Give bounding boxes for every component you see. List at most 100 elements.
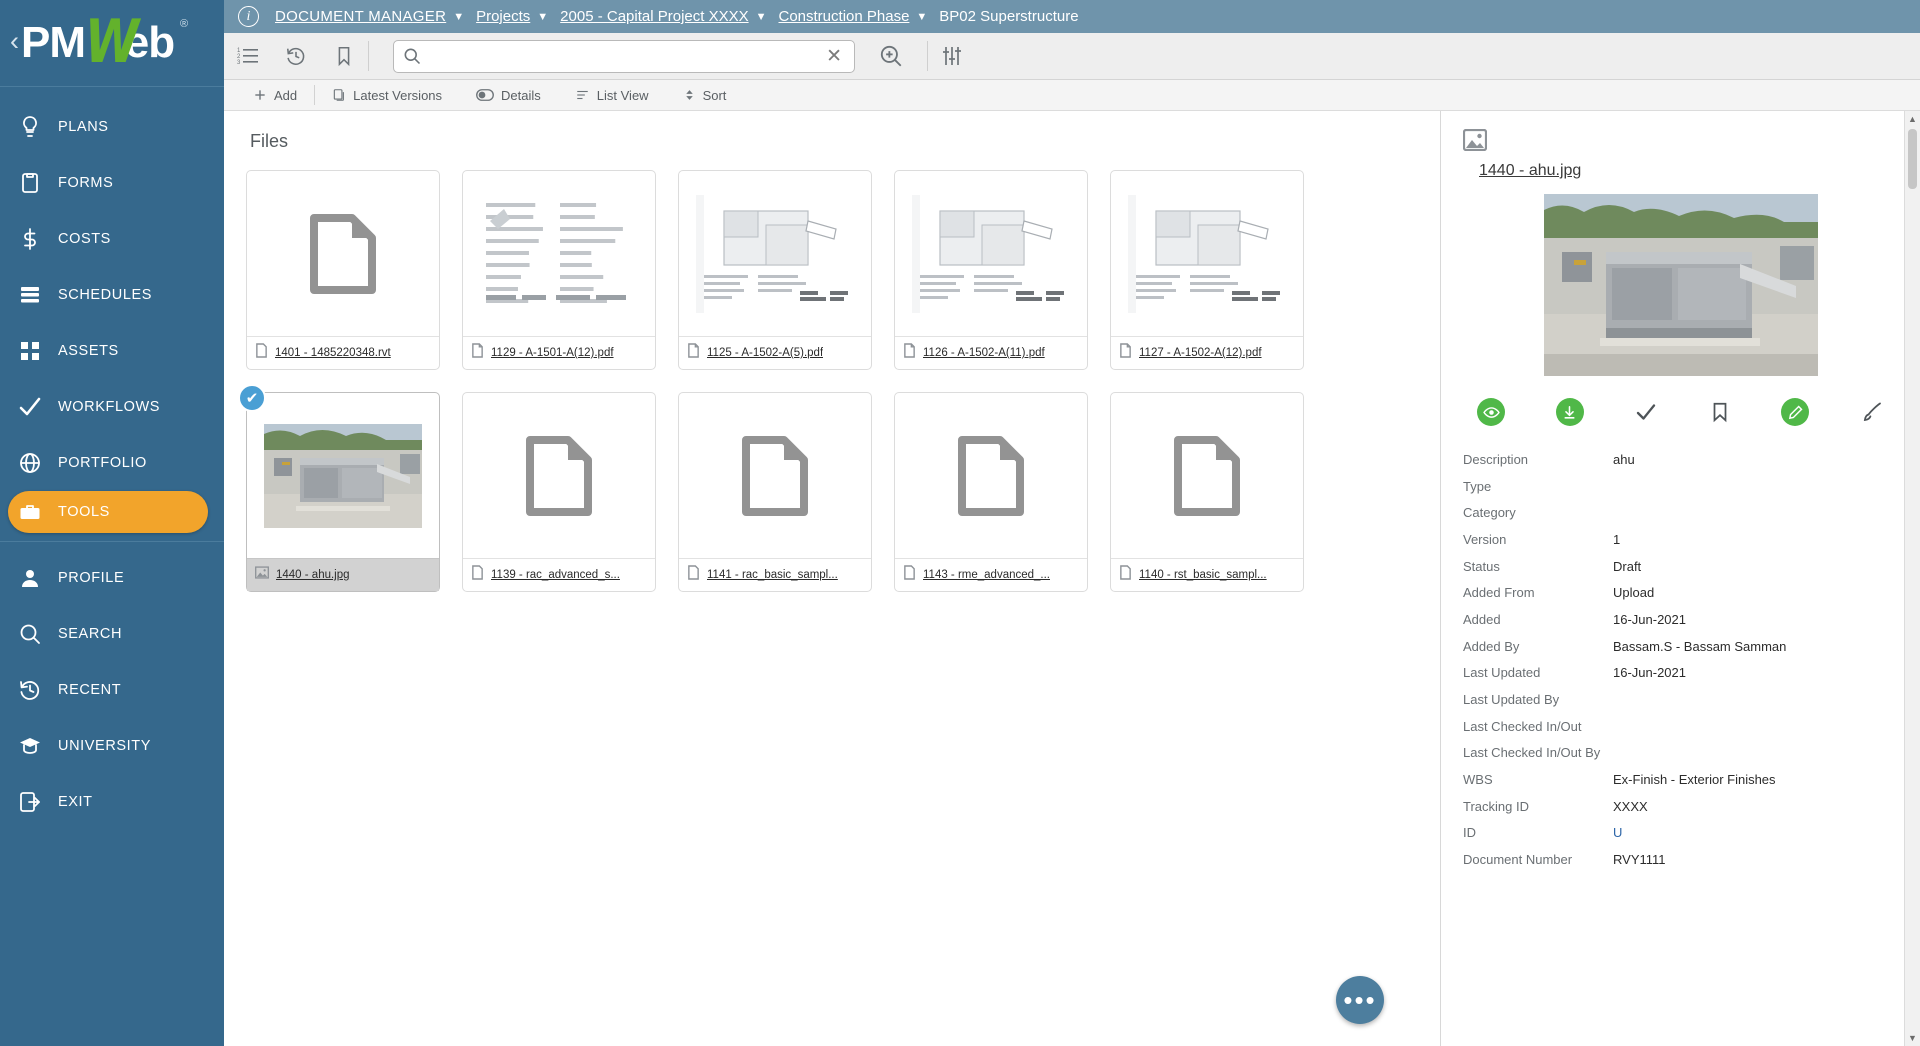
details-field-key: Description [1463,452,1613,467]
image-icon [1463,129,1898,156]
download-icon[interactable] [1556,398,1584,426]
markup-brush-icon[interactable] [1860,400,1884,424]
bookmark-icon[interactable] [320,33,368,80]
details-field-value: 1 [1613,532,1898,547]
details-file-title[interactable]: 1440 - ahu.jpg [1479,162,1898,180]
edit-icon[interactable] [1781,398,1809,426]
blank-document-icon [742,436,808,516]
sidebar-item-search[interactable]: SEARCH [0,606,224,662]
search-field[interactable]: ✕ [393,40,855,73]
file-name[interactable]: 1143 - rme_advanced_... [923,569,1050,581]
file-name[interactable]: 1141 - rac_basic_sampl... [707,569,838,581]
calendar-icon [18,283,58,307]
chevron-down-icon[interactable]: ▼ [453,11,464,23]
file-name[interactable]: 1129 - A-1501-A(12).pdf [491,347,614,359]
selected-check-icon[interactable]: ✔ [238,384,266,412]
file-tile[interactable]: 1401 - 1485220348.rvt [246,170,440,370]
file-label: 1140 - rst_basic_sampl... [1111,558,1303,591]
breadcrumb-item-0[interactable]: DOCUMENT MANAGER ▼ [275,8,464,25]
graduation-cap-icon [18,734,58,758]
file-name[interactable]: 1401 - 1485220348.rvt [275,347,391,359]
zoom-search-icon[interactable] [867,33,915,80]
pdf-icon [687,343,700,363]
history-icon [18,678,58,702]
file-name[interactable]: 1140 - rst_basic_sampl... [1139,569,1267,581]
scrollbar-thumb[interactable] [1908,129,1917,189]
details-field-key: Category [1463,505,1613,520]
chevron-down-icon[interactable]: ▼ [916,11,927,23]
file-tile[interactable]: 1126 - A-1502-A(11).pdf [894,170,1088,370]
file-name[interactable]: 1125 - A-1502-A(5).pdf [707,347,823,359]
numbered-list-icon[interactable]: 123 [224,33,272,80]
sidebar-item-assets[interactable]: ASSETS [0,323,224,379]
sidebar-item-exit[interactable]: EXIT [0,774,224,830]
globe-icon [18,451,58,475]
file-icon [1119,565,1132,585]
chevron-down-icon[interactable]: ▼ [537,11,548,23]
details-preview-image[interactable] [1544,194,1818,376]
bookmark-icon[interactable] [1709,400,1731,424]
file-tile[interactable]: 1129 - A-1501-A(12).pdf [462,170,656,370]
action-sort[interactable]: Sort [666,80,744,111]
file-icon [255,343,268,363]
file-tile[interactable]: 1139 - rac_advanced_s... [462,392,656,592]
file-tile[interactable]: 1143 - rme_advanced_... [894,392,1088,592]
pdf-icon [471,343,484,363]
details-field-key: Status [1463,559,1613,574]
file-tile[interactable]: 1127 - A-1502-A(12).pdf [1110,170,1304,370]
sidebar-item-label: SCHEDULES [58,287,152,303]
file-tile[interactable]: 1125 - A-1502-A(5).pdf [678,170,872,370]
details-field-row: Last Checked In/Out [1463,713,1898,740]
file-tile[interactable]: 1140 - rst_basic_sampl... [1110,392,1304,592]
action-bar: Add Latest Versions Details List View Sort [224,80,1920,111]
file-name[interactable]: 1127 - A-1502-A(12).pdf [1139,347,1262,359]
sidebar-item-label: COSTS [58,231,111,247]
info-icon[interactable]: i [238,6,259,27]
clear-search-icon[interactable]: ✕ [822,45,846,68]
sidebar-item-label: ASSETS [58,343,119,359]
check-icon [18,395,58,419]
exit-icon [18,790,58,814]
filter-sliders-icon[interactable] [928,33,976,80]
sidebar-item-costs[interactable]: COSTS [0,211,224,267]
action-details[interactable]: Details [459,80,558,111]
file-tile[interactable]: 1141 - rac_basic_sampl... [678,392,872,592]
file-tile[interactable]: ✔ 1440 - ahu.jpg [246,392,440,592]
breadcrumb-item-4[interactable]: BP02 Superstructure [939,8,1078,25]
file-name[interactable]: 1440 - ahu.jpg [276,569,350,581]
sidebar-item-tools[interactable]: TOOLS [8,491,208,533]
file-name[interactable]: 1126 - A-1502-A(11).pdf [923,347,1045,359]
details-field-value[interactable]: U [1613,825,1898,840]
breadcrumb-item-2[interactable]: 2005 - Capital Project XXXX ▼ [560,8,766,25]
sidebar-item-university[interactable]: UNIVERSITY [0,718,224,774]
sidebar-item-label: PORTFOLIO [58,455,147,471]
action-latest-versions[interactable]: Latest Versions [315,80,459,111]
search-input[interactable] [422,42,822,71]
details-field-list: Description ahu Type Category Version 1 Status… [1463,446,1898,873]
history-icon[interactable] [272,33,320,80]
sidebar-item-recent[interactable]: RECENT [0,662,224,718]
sidebar-item-plans[interactable]: PLANS [0,99,224,155]
action-add[interactable]: Add [236,80,314,111]
scroll-up-icon[interactable]: ▲ [1908,111,1917,127]
action-list-view[interactable]: List View [558,80,666,111]
sidebar-collapse-icon[interactable]: ‹ [10,28,19,55]
sidebar-item-schedules[interactable]: SCHEDULES [0,267,224,323]
breadcrumb-label: 2005 - Capital Project XXXX [560,8,748,25]
file-name[interactable]: 1139 - rac_advanced_s... [491,569,620,581]
app-logo[interactable]: ‹ PMWeb W ® [0,0,224,86]
sidebar-item-portfolio[interactable]: PORTFOLIO [0,435,224,491]
more-actions-button[interactable]: ••• [1336,976,1384,1024]
approve-check-icon[interactable] [1634,400,1658,424]
chevron-down-icon[interactable]: ▼ [756,11,767,23]
action-label: List View [597,88,649,103]
sidebar-item-profile[interactable]: PROFILE [0,550,224,606]
scroll-down-icon[interactable]: ▼ [1908,1030,1917,1046]
view-icon[interactable] [1477,398,1505,426]
breadcrumb-item-1[interactable]: Projects ▼ [476,8,548,25]
sidebar-item-forms[interactable]: FORMS [0,155,224,211]
sidebar-item-workflows[interactable]: WORKFLOWS [0,379,224,435]
details-scrollbar[interactable]: ▲ ▼ [1904,111,1920,1046]
details-field-key: WBS [1463,772,1613,787]
breadcrumb-item-3[interactable]: Construction Phase ▼ [779,8,928,25]
